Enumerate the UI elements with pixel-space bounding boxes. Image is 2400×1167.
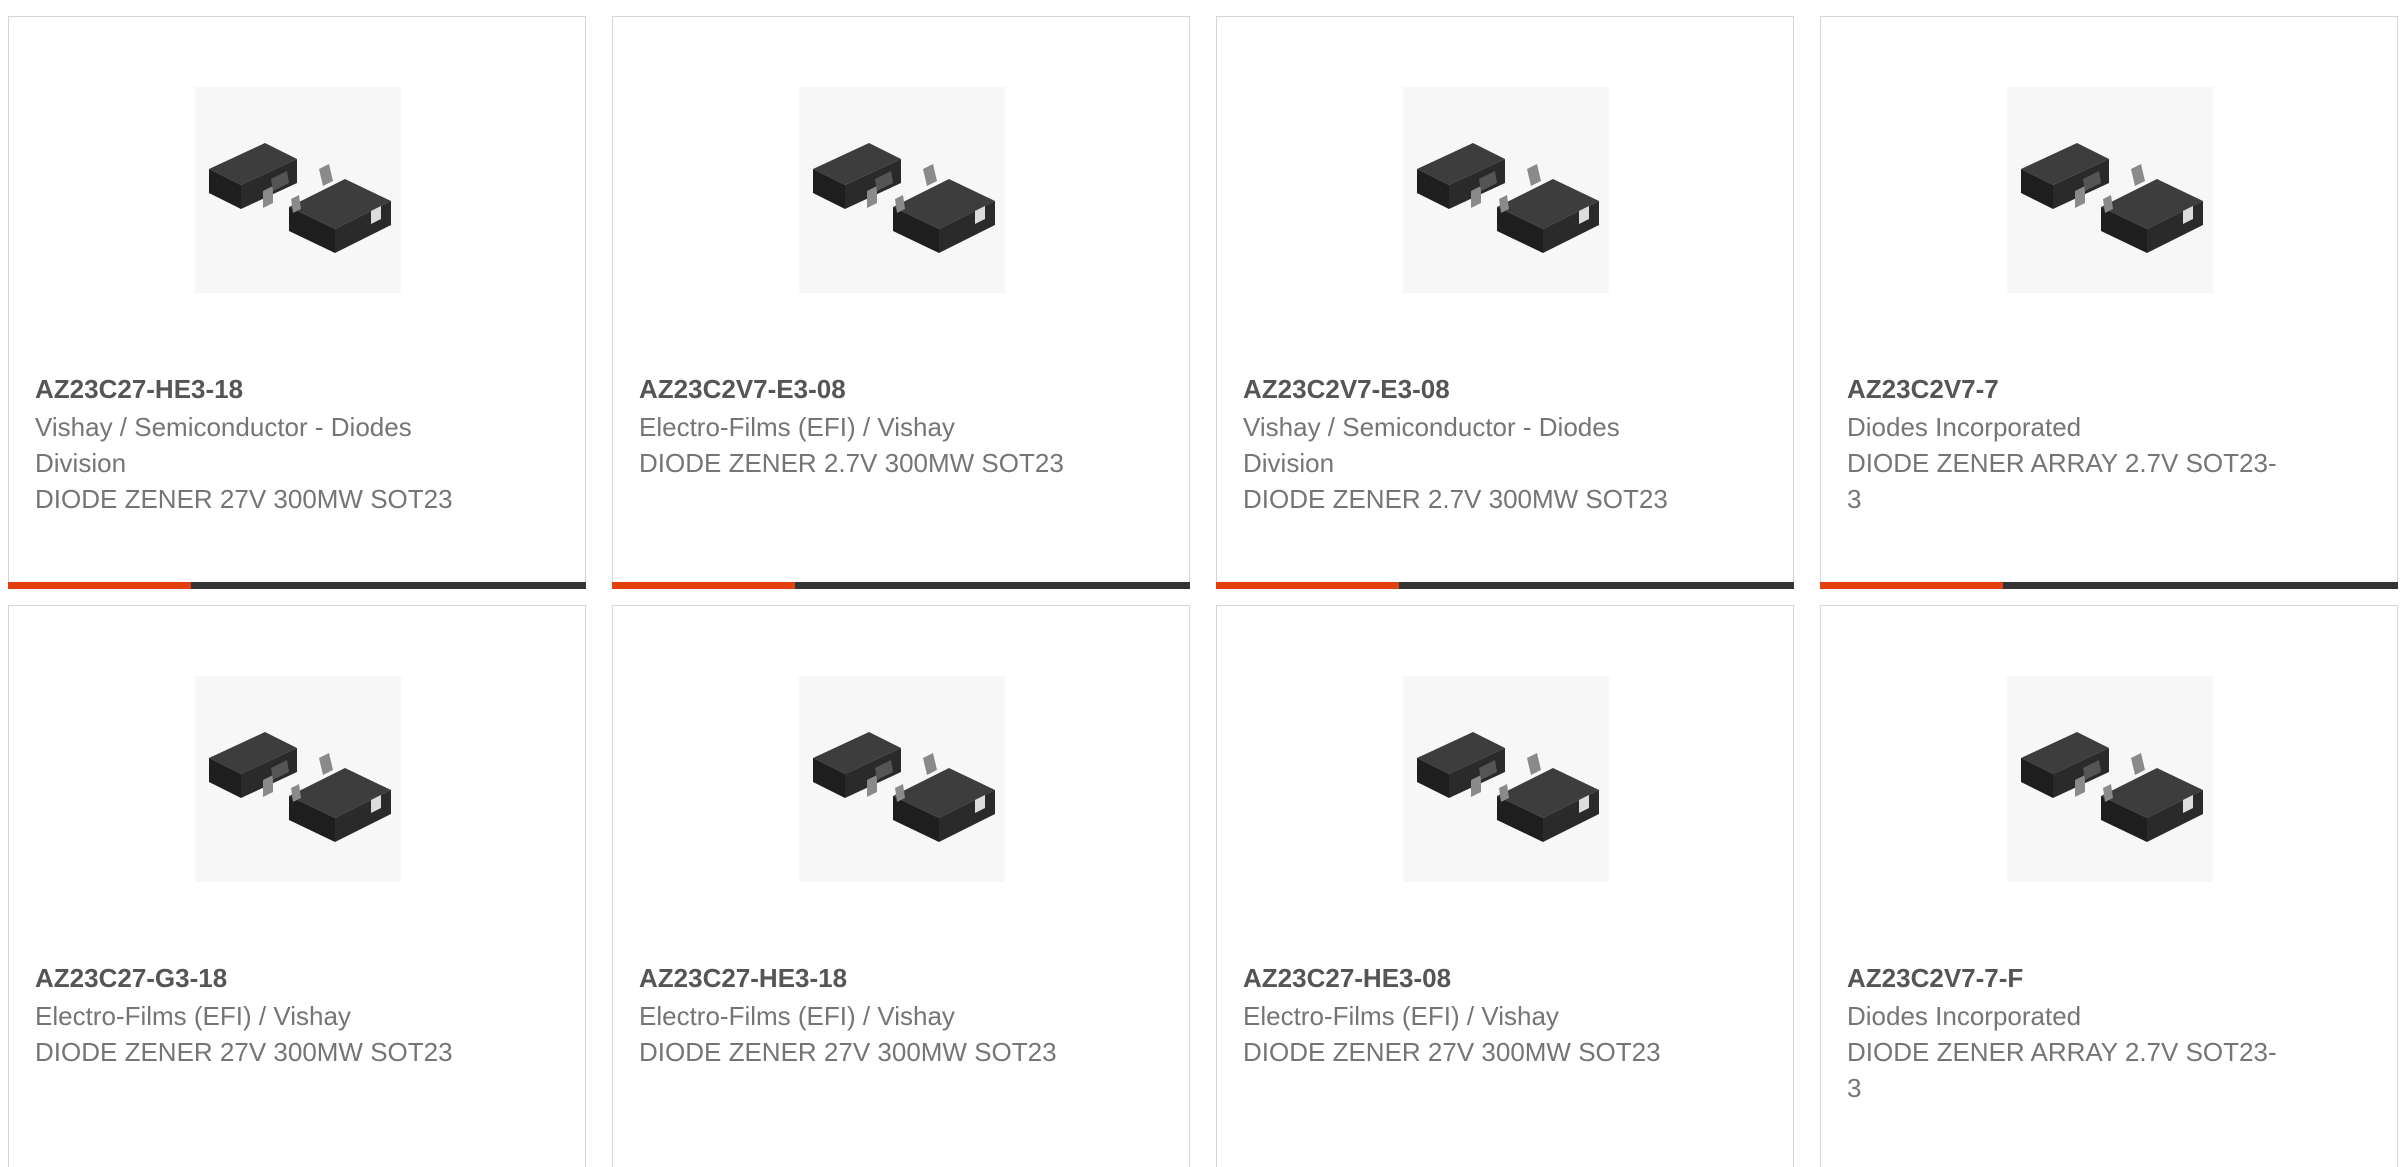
description: DIODE ZENER 27V 300MW SOT23: [639, 1037, 1057, 1067]
card-accent-bar: [1216, 582, 1399, 589]
product-card[interactable]: AZ23C27-G3-18 Electro-Films (EFI) / Vish…: [8, 605, 586, 1167]
manufacturer: Vishay / Semiconductor - Diodes Division: [35, 412, 412, 478]
product-card[interactable]: AZ23C2V7-E3-08 Electro-Films (EFI) / Vis…: [612, 16, 1190, 589]
product-info: AZ23C27-HE3-18 Vishay / Semiconductor - …: [35, 369, 475, 517]
part-number[interactable]: AZ23C27-HE3-18: [639, 958, 1079, 998]
part-number[interactable]: AZ23C27-HE3-18: [35, 369, 475, 409]
manufacturer: Electro-Films (EFI) / Vishay: [1243, 1001, 1559, 1031]
product-info: AZ23C27-HE3-18 Electro-Films (EFI) / Vis…: [639, 958, 1079, 1070]
manufacturer: Electro-Films (EFI) / Vishay: [35, 1001, 351, 1031]
sot23-package-icon[interactable]: [195, 87, 401, 293]
description: DIODE ZENER 27V 300MW SOT23: [1243, 1037, 1661, 1067]
sot23-package-icon[interactable]: [799, 87, 1005, 293]
product-info: AZ23C27-G3-18 Electro-Films (EFI) / Vish…: [35, 958, 475, 1070]
manufacturer: Vishay / Semiconductor - Diodes Division: [1243, 412, 1620, 478]
product-card[interactable]: AZ23C2V7-E3-08 Vishay / Semiconductor - …: [1216, 16, 1794, 589]
sot23-package-icon[interactable]: [799, 676, 1005, 882]
product-grid: AZ23C27-HE3-18 Vishay / Semiconductor - …: [0, 0, 2400, 1167]
card-bottom-bar: [8, 582, 586, 589]
card-accent-bar: [8, 582, 191, 589]
product-card[interactable]: AZ23C27-HE3-08 Electro-Films (EFI) / Vis…: [1216, 605, 1794, 1167]
card-bottom-bar: [612, 582, 1190, 589]
card-accent-bar: [612, 582, 795, 589]
product-info: AZ23C2V7-7 Diodes Incorporated DIODE ZEN…: [1847, 369, 2287, 517]
product-card[interactable]: AZ23C2V7-7 Diodes Incorporated DIODE ZEN…: [1820, 16, 2398, 589]
description: DIODE ZENER 27V 300MW SOT23: [35, 1037, 453, 1067]
manufacturer: Electro-Films (EFI) / Vishay: [639, 1001, 955, 1031]
description: DIODE ZENER 2.7V 300MW SOT23: [1243, 484, 1668, 514]
card-accent-bar: [1820, 582, 2003, 589]
product-card[interactable]: AZ23C27-HE3-18 Vishay / Semiconductor - …: [8, 16, 586, 589]
sot23-package-icon[interactable]: [2007, 676, 2213, 882]
description: DIODE ZENER 27V 300MW SOT23: [35, 484, 453, 514]
description: DIODE ZENER 2.7V 300MW SOT23: [639, 448, 1064, 478]
part-number[interactable]: AZ23C2V7-E3-08: [639, 369, 1079, 409]
product-info: AZ23C27-HE3-08 Electro-Films (EFI) / Vis…: [1243, 958, 1683, 1070]
description: DIODE ZENER ARRAY 2.7V SOT23-3: [1847, 448, 2277, 514]
part-number[interactable]: AZ23C2V7-7: [1847, 369, 2287, 409]
sot23-package-icon[interactable]: [1403, 676, 1609, 882]
manufacturer: Diodes Incorporated: [1847, 412, 2082, 442]
product-info: AZ23C2V7-E3-08 Electro-Films (EFI) / Vis…: [639, 369, 1079, 481]
part-number[interactable]: AZ23C2V7-E3-08: [1243, 369, 1683, 409]
card-bottom-bar: [1820, 582, 2398, 589]
part-number[interactable]: AZ23C27-HE3-08: [1243, 958, 1683, 998]
part-number[interactable]: AZ23C27-G3-18: [35, 958, 475, 998]
product-card[interactable]: AZ23C27-HE3-18 Electro-Films (EFI) / Vis…: [612, 605, 1190, 1167]
part-number[interactable]: AZ23C2V7-7-F: [1847, 958, 2287, 998]
sot23-package-icon[interactable]: [2007, 87, 2213, 293]
manufacturer: Electro-Films (EFI) / Vishay: [639, 412, 955, 442]
card-bottom-bar: [1216, 582, 1794, 589]
product-info: AZ23C2V7-7-F Diodes Incorporated DIODE Z…: [1847, 958, 2287, 1106]
sot23-package-icon[interactable]: [195, 676, 401, 882]
manufacturer: Diodes Incorporated: [1847, 1001, 2082, 1031]
description: DIODE ZENER ARRAY 2.7V SOT23-3: [1847, 1037, 2277, 1103]
product-info: AZ23C2V7-E3-08 Vishay / Semiconductor - …: [1243, 369, 1683, 517]
product-card[interactable]: AZ23C2V7-7-F Diodes Incorporated DIODE Z…: [1820, 605, 2398, 1167]
sot23-package-icon[interactable]: [1403, 87, 1609, 293]
